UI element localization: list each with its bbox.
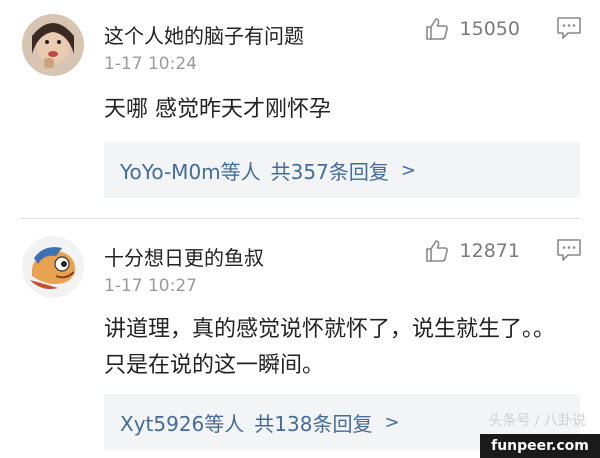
chevron-right-icon: > [384, 411, 400, 433]
like-button[interactable]: 12871 [424, 238, 520, 264]
like-count: 15050 [459, 18, 520, 40]
watermark: 头条号 / 八卦说 [488, 413, 586, 429]
avatar[interactable] [22, 14, 84, 76]
like-count: 12871 [459, 240, 520, 262]
reply-count: 共357条回复 [270, 159, 389, 184]
reply-users: Xyt5926等人 [120, 411, 245, 436]
comment-time: 1-17 10:27 [104, 276, 197, 296]
avatar[interactable] [22, 236, 84, 298]
comment-bubble-icon [557, 17, 581, 39]
thumbs-up-icon [425, 18, 448, 40]
avatar-photo [22, 14, 84, 76]
reply-button[interactable] [556, 16, 582, 44]
comment-text: 讲道理，真的感觉说怀就怀了，说生就生了。。只是在说的这一瞬间。 [104, 317, 556, 378]
site-badge: funpeer.com [480, 434, 600, 458]
like-button[interactable]: 15050 [424, 16, 520, 42]
comment-text: 天哪 感觉昨天才刚怀孕 [104, 97, 331, 122]
chevron-right-icon: > [400, 159, 416, 181]
thumbs-up-icon [425, 240, 448, 262]
comment-time: 1-17 10:24 [104, 54, 197, 74]
username[interactable]: 这个人她的脑子有问题 [104, 20, 304, 49]
cartoon-fish-avatar [22, 236, 84, 298]
comment-bubble-icon [557, 239, 581, 261]
reply-count: 共138条回复 [254, 411, 373, 436]
replies-link[interactable]: YoYo-M0m等人 共357条回复 > [104, 142, 580, 198]
reply-users: YoYo-M0m等人 [120, 159, 261, 184]
divider [20, 218, 580, 219]
reply-button[interactable] [556, 238, 582, 266]
comment-item: 这个人她的脑子有问题 1-17 10:24 15050 天哪 感觉昨天才刚怀孕 … [0, 0, 600, 218]
username[interactable]: 十分想日更的鱼叔 [104, 242, 264, 271]
